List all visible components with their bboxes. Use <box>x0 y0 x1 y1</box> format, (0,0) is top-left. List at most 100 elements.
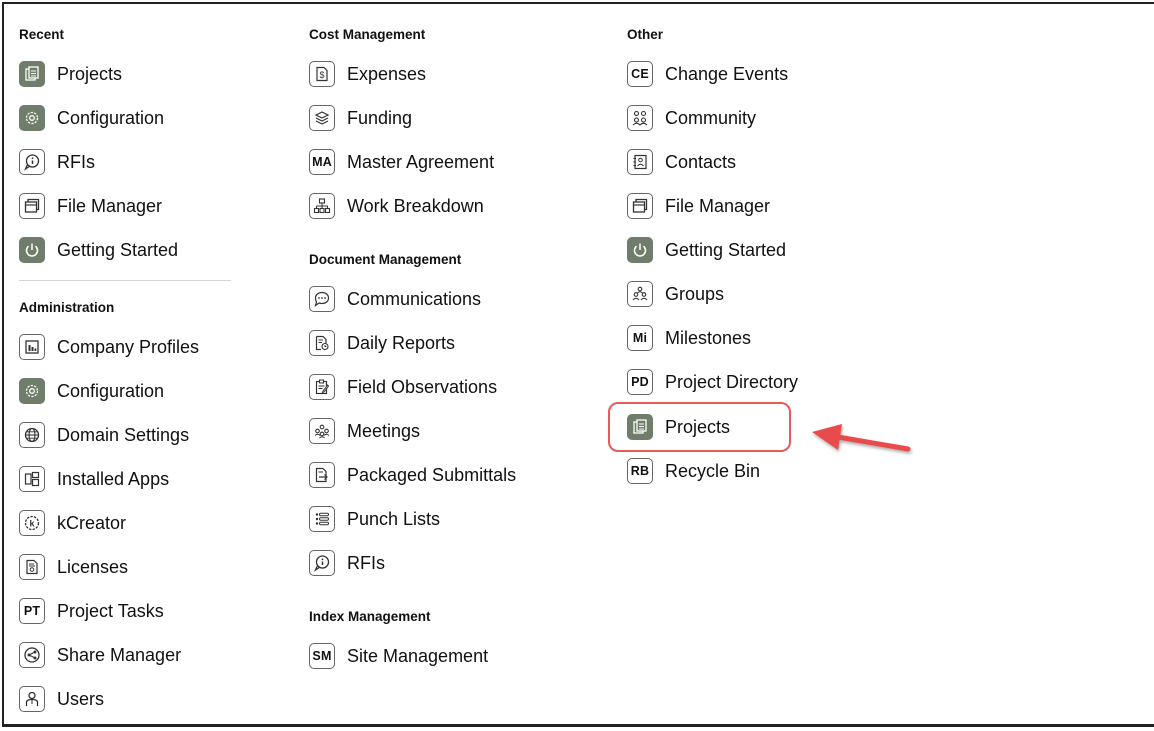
menu-item-field-observations[interactable]: Field Observations <box>309 372 497 402</box>
menu-item-label: Project Directory <box>665 371 799 392</box>
menu-panel <box>2 2 1154 727</box>
milestones-badge: Mi <box>627 325 653 351</box>
master-agreement-badge: MA <box>309 149 335 175</box>
svg-text:$: $ <box>319 70 324 80</box>
menu-item-label: Meetings <box>347 420 421 441</box>
expenses-icon: $ <box>309 61 335 87</box>
menu-item-label: Configuration <box>57 380 165 401</box>
daily-report-icon <box>309 330 335 356</box>
menu-item-label: File Manager <box>57 195 163 216</box>
globe-icon <box>19 422 45 448</box>
menu-item-label: Projects <box>57 63 123 84</box>
menu-item-label: Community <box>665 107 757 128</box>
menu-item-contacts[interactable]: Contacts <box>627 147 736 177</box>
menu-item-kcreator[interactable]: k kCreator <box>19 508 126 538</box>
share-icon <box>19 642 45 668</box>
menu-item-label: kCreator <box>57 512 127 533</box>
menu-item-packaged-submittals[interactable]: Packaged Submittals <box>309 460 516 490</box>
menu-item-label: Groups <box>665 283 725 304</box>
menu-item-company-profiles[interactable]: Company Profiles <box>19 332 199 362</box>
menu-item-label: Share Manager <box>57 644 182 665</box>
info-bubble-icon <box>309 550 335 576</box>
menu-item-meetings[interactable]: Meetings <box>309 416 420 446</box>
file-manager-icon <box>19 193 45 219</box>
list-icon <box>309 506 335 532</box>
menu-item-label: Expenses <box>347 63 427 84</box>
menu-item-label: Communications <box>347 288 482 309</box>
section-title-administration: Administration <box>19 300 115 315</box>
menu-item-label: Project Tasks <box>57 600 164 621</box>
menu-item-funding[interactable]: Funding <box>309 103 412 133</box>
file-manager-icon <box>627 193 653 219</box>
power-icon <box>19 237 45 263</box>
section-title-recent: Recent <box>19 27 65 42</box>
menu-item-label: Installed Apps <box>57 468 170 489</box>
menu-item-label: Getting Started <box>665 239 787 260</box>
menu-item-punch-lists[interactable]: Punch Lists <box>309 504 440 534</box>
menu-item-label: Contacts <box>665 151 737 172</box>
observation-icon <box>309 374 335 400</box>
menu-item-share-manager[interactable]: Share Manager <box>19 640 181 670</box>
chat-icon <box>309 286 335 312</box>
menu-item-label: Funding <box>347 107 413 128</box>
gear-icon <box>19 105 45 131</box>
menu-item-master-agreement[interactable]: MA Master Agreement <box>309 147 494 177</box>
menu-item-recent-file-manager[interactable]: File Manager <box>19 191 162 221</box>
menu-item-users[interactable]: Users <box>19 684 104 714</box>
menu-item-community[interactable]: Community <box>627 103 756 133</box>
highlight-box <box>608 402 791 452</box>
menu-item-label: Milestones <box>665 327 752 348</box>
menu-item-label: Users <box>57 688 105 709</box>
contacts-icon <box>627 149 653 175</box>
menu-item-work-breakdown[interactable]: Work Breakdown <box>309 191 484 221</box>
projects-icon <box>19 61 45 87</box>
menu-item-project-tasks[interactable]: PT Project Tasks <box>19 596 164 626</box>
menu-item-expenses[interactable]: $ Expenses <box>309 59 426 89</box>
menu-item-other-getting-started[interactable]: Getting Started <box>627 235 786 265</box>
menu-item-label: Licenses <box>57 556 129 577</box>
menu-item-label: Punch Lists <box>347 508 441 529</box>
menu-item-domain-settings[interactable]: Domain Settings <box>19 420 189 450</box>
hierarchy-icon <box>309 193 335 219</box>
menu-item-label: Packaged Submittals <box>347 464 517 485</box>
menu-item-project-directory[interactable]: PD Project Directory <box>627 367 798 397</box>
community-icon <box>627 105 653 131</box>
menu-item-label: Master Agreement <box>347 151 495 172</box>
menu-item-licenses[interactable]: Licenses <box>19 552 128 582</box>
section-title-index-management: Index Management <box>309 609 431 624</box>
menu-item-label: Change Events <box>665 63 789 84</box>
menu-item-recent-rfis[interactable]: RFIs <box>19 147 95 177</box>
groups-icon <box>627 281 653 307</box>
menu-item-recycle-bin[interactable]: RB Recycle Bin <box>627 456 760 486</box>
menu-item-recent-configuration[interactable]: Configuration <box>19 103 164 133</box>
menu-item-communications[interactable]: Communications <box>309 284 481 314</box>
menu-item-admin-configuration[interactable]: Configuration <box>19 376 164 406</box>
menu-item-label: File Manager <box>665 195 771 216</box>
project-directory-badge: PD <box>627 369 653 395</box>
menu-item-label: Field Observations <box>347 376 498 397</box>
menu-item-installed-apps[interactable]: Installed Apps <box>19 464 169 494</box>
menu-item-label: RFIs <box>57 151 95 172</box>
license-icon <box>19 554 45 580</box>
funding-icon <box>309 105 335 131</box>
user-icon <box>19 686 45 712</box>
menu-item-label: Daily Reports <box>347 332 456 353</box>
menu-item-change-events[interactable]: CE Change Events <box>627 59 788 89</box>
menu-item-milestones[interactable]: Mi Milestones <box>627 323 751 353</box>
menu-item-site-management[interactable]: SM Site Management <box>309 641 488 671</box>
menu-item-recent-getting-started[interactable]: Getting Started <box>19 235 178 265</box>
power-icon <box>627 237 653 263</box>
menu-item-label: Configuration <box>57 107 165 128</box>
menu-item-label: Recycle Bin <box>665 460 761 481</box>
section-title-other: Other <box>627 27 664 42</box>
menu-item-daily-reports[interactable]: Daily Reports <box>309 328 455 358</box>
company-icon <box>19 334 45 360</box>
menu-item-other-file-manager[interactable]: File Manager <box>627 191 770 221</box>
menu-item-label: Site Management <box>347 645 489 666</box>
menu-item-recent-projects[interactable]: Projects <box>19 59 122 89</box>
menu-item-groups[interactable]: Groups <box>627 279 724 309</box>
kcreator-icon: k <box>19 510 45 536</box>
recycle-bin-badge: RB <box>627 458 653 484</box>
menu-item-label: Company Profiles <box>57 336 200 357</box>
menu-item-doc-rfis[interactable]: RFIs <box>309 548 385 578</box>
